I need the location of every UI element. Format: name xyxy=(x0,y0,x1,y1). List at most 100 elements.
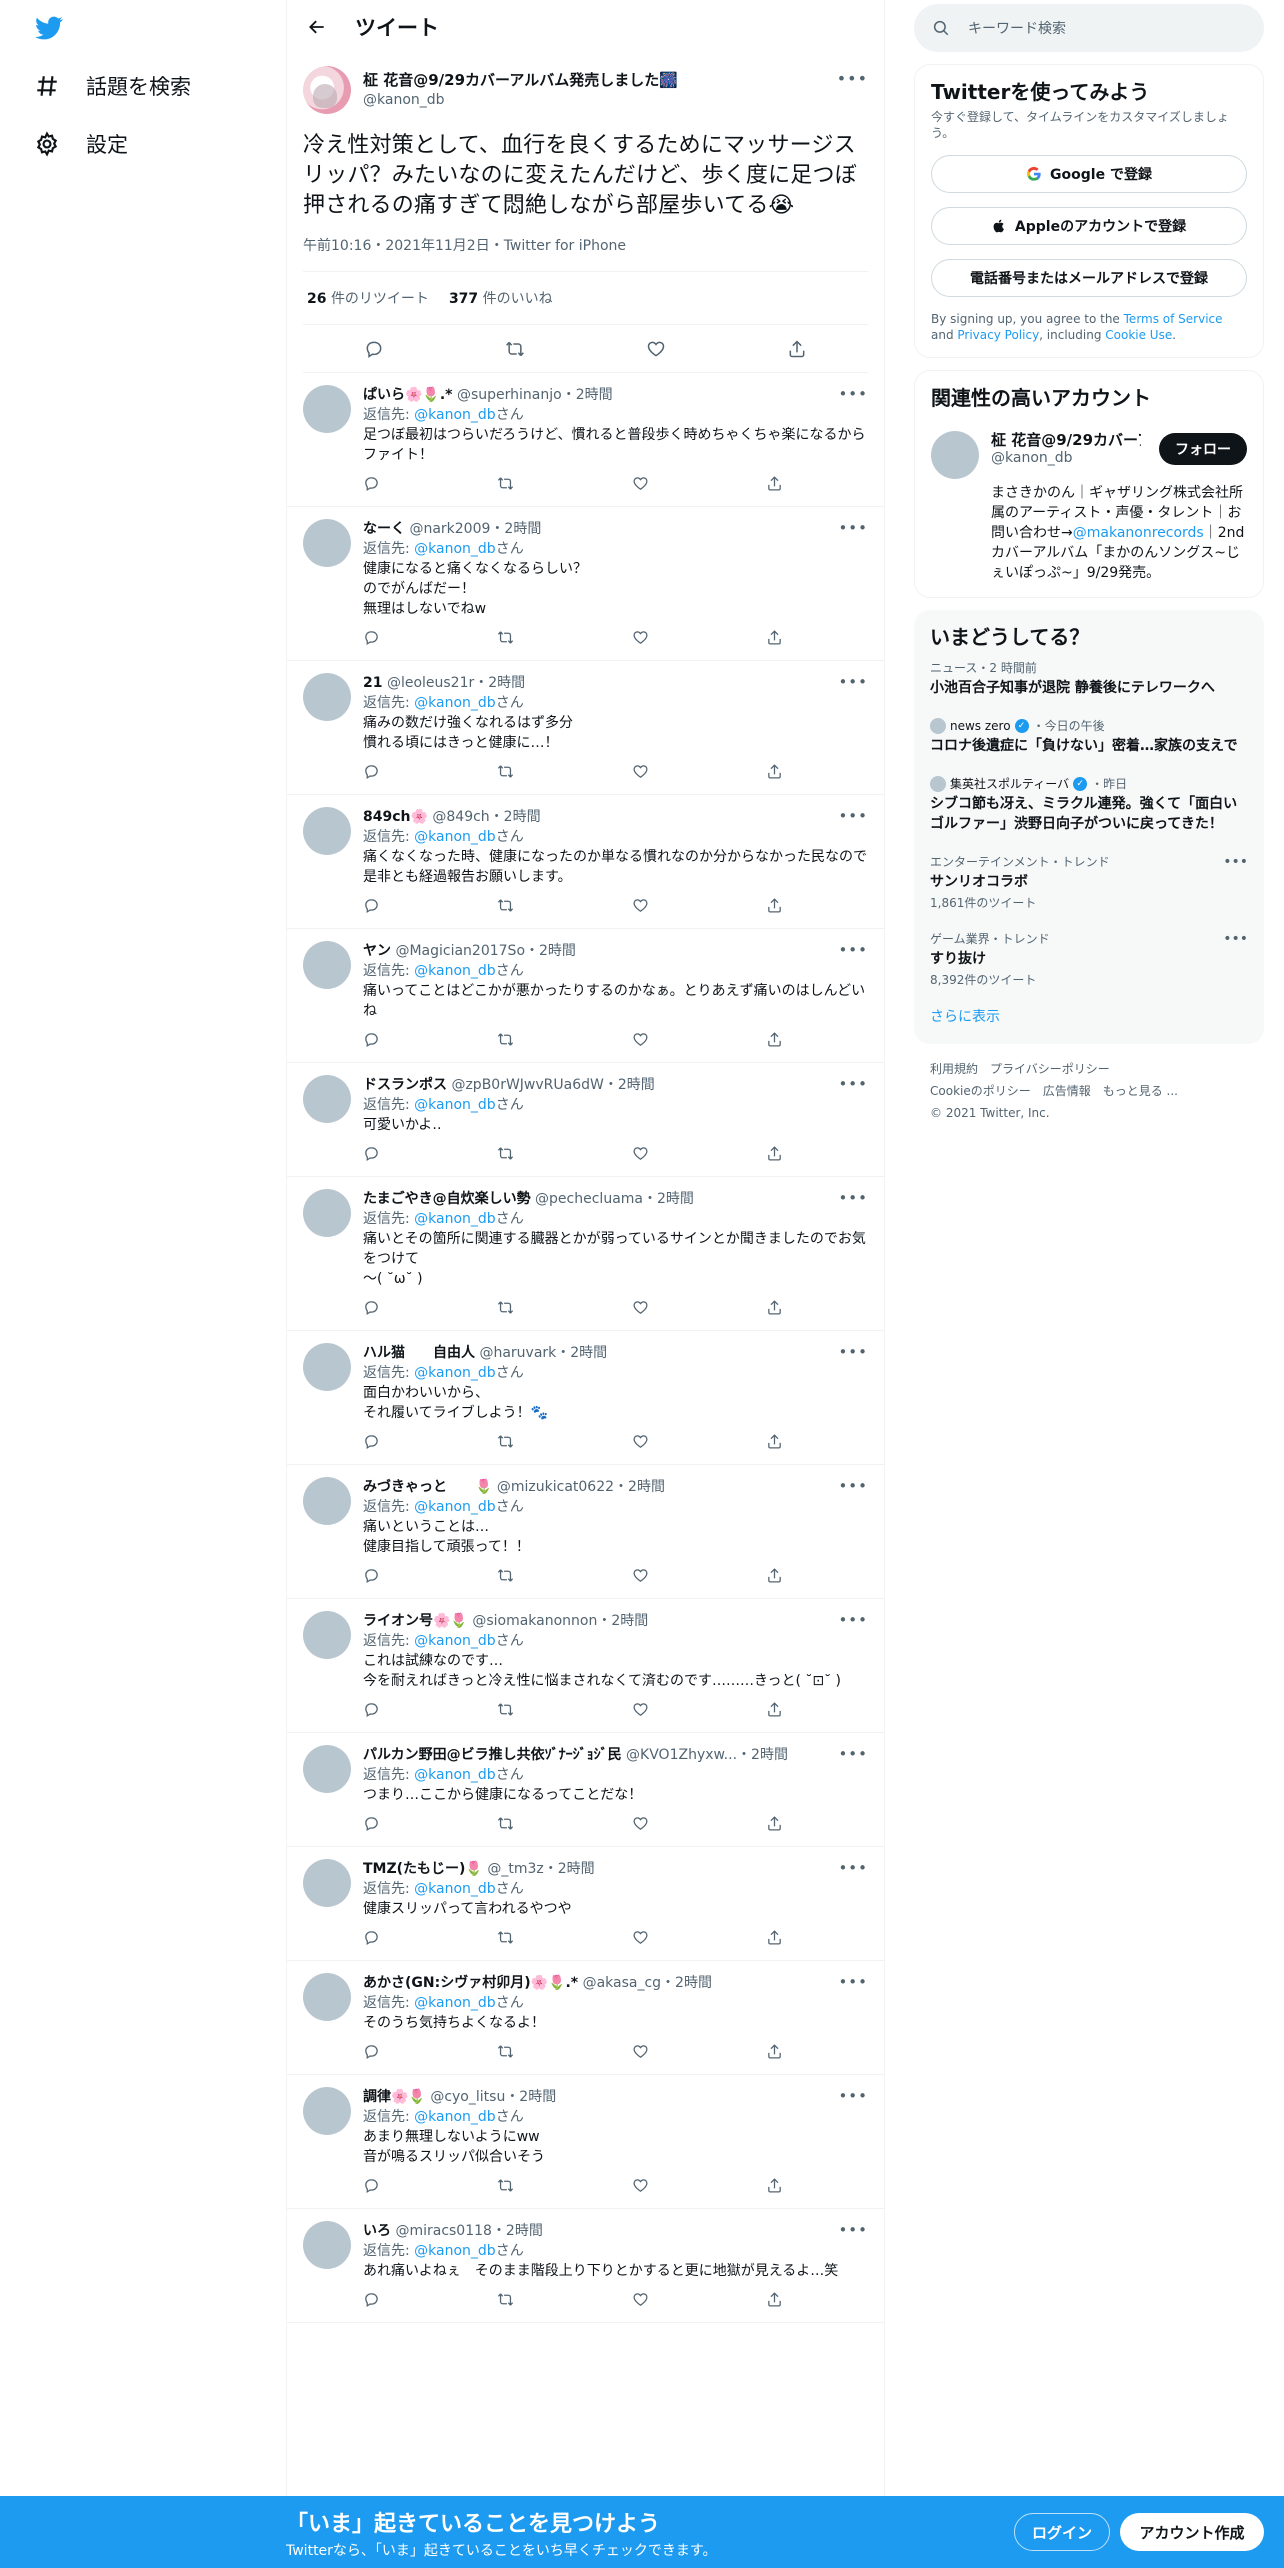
like-button[interactable] xyxy=(632,897,649,918)
more-options-icon[interactable]: ••• xyxy=(838,1745,868,1763)
reply-time[interactable]: ・2時間 xyxy=(525,943,576,959)
more-options-icon[interactable]: ••• xyxy=(838,1343,868,1361)
nav-explore[interactable]: 話題を検索 xyxy=(34,62,191,110)
like-button[interactable] xyxy=(632,2291,649,2312)
avatar[interactable] xyxy=(303,941,351,989)
share-button[interactable] xyxy=(766,1031,783,1052)
login-button[interactable]: ログイン xyxy=(1014,2513,1110,2551)
reply-button[interactable] xyxy=(363,1299,380,1320)
reply-to-link[interactable]: @kanon_db xyxy=(414,541,496,557)
share-button[interactable] xyxy=(766,2291,783,2312)
trend-item[interactable]: 集英社スポルティーバ ✓ ・昨日 シブコ節も冴え、ミラクル連発。強くて「面白いゴルファ… xyxy=(930,766,1248,844)
retweet-button[interactable] xyxy=(497,897,514,918)
reply-button[interactable] xyxy=(363,1433,380,1454)
terms-link[interactable]: Terms of Service xyxy=(1124,312,1223,326)
share-button[interactable] xyxy=(766,1929,783,1950)
reply-author-name[interactable]: 21 xyxy=(363,675,382,691)
reply-author-name[interactable]: ヤン xyxy=(363,943,391,959)
retweet-button[interactable] xyxy=(497,475,514,496)
share-button[interactable] xyxy=(766,2177,783,2198)
share-button[interactable] xyxy=(766,1567,783,1588)
reply-author-name[interactable]: ドスランポス xyxy=(363,1077,447,1093)
reply-author-name[interactable]: なーく xyxy=(363,521,405,537)
like-button[interactable] xyxy=(632,1929,649,1950)
avatar[interactable] xyxy=(303,2087,351,2135)
trend-item[interactable]: ゲーム業界・トレンド すり抜け 8,392件のツイート ••• xyxy=(930,921,1248,998)
retweet-count[interactable]: 26 件のリツイート xyxy=(307,288,429,308)
reply-tweet[interactable]: ••• 調律🌸🌷 @cyo_litsu・2時間 返信先: @kanon_dbさん あま… xyxy=(287,2075,884,2209)
reply-tweet[interactable]: ••• みづきゃっと 🌷 @mizukicat0622・2時間 返信先: @kano… xyxy=(287,1465,884,1599)
reply-author-handle[interactable]: @haruvark xyxy=(479,1345,556,1361)
retweet-button[interactable] xyxy=(497,1929,514,1950)
reply-author-name[interactable]: たまごやき@自炊楽しい勢 xyxy=(363,1191,531,1207)
reply-author-handle[interactable]: @akasa_cg xyxy=(583,1975,661,1991)
like-button[interactable] xyxy=(632,1145,649,1166)
reply-time[interactable]: ・2時間 xyxy=(544,1861,595,1877)
retweet-button[interactable] xyxy=(497,629,514,650)
retweet-button[interactable] xyxy=(497,763,514,784)
author-name[interactable]: 柾 花音@9/29カバーアルバム発売しました🎆 xyxy=(363,70,678,90)
more-options-icon[interactable]: ••• xyxy=(838,1477,868,1495)
like-button[interactable] xyxy=(644,337,668,361)
search-input[interactable]: キーワード検索 xyxy=(914,4,1264,52)
reply-author-name[interactable]: 調律🌸🌷 xyxy=(363,2089,426,2105)
nav-settings[interactable]: 設定 xyxy=(34,120,128,168)
retweet-button[interactable] xyxy=(497,1299,514,1320)
reply-tweet[interactable]: ••• ハル猫 自由人 @haruvark・2時間 返信先: @kanon_dbさん… xyxy=(287,1331,884,1465)
reply-author-handle[interactable]: @leoleus21r xyxy=(387,675,474,691)
more-options-icon[interactable]: ••• xyxy=(838,1075,868,1093)
reply-tweet[interactable]: ••• なーく @nark2009・2時間 返信先: @kanon_dbさん 健康にな… xyxy=(287,507,884,661)
related-account[interactable]: 柾 花音@9/29カバーアルバム発売しました @kanon_db フォロー xyxy=(931,429,1247,479)
reply-tweet[interactable]: ••• ぱいら🌸🌷.* @superhinanjo・2時間 返信先: @kanon_… xyxy=(287,373,884,507)
reply-to-link[interactable]: @kanon_db xyxy=(414,1365,496,1381)
show-more-link[interactable]: さらに表示 xyxy=(930,998,1248,1030)
reply-button[interactable] xyxy=(363,1815,380,1836)
reply-time[interactable]: ・2時間 xyxy=(556,1345,607,1361)
trend-item[interactable]: ニュース・2 時間前 小池百合子知事が退院 静養後にテレワークへ xyxy=(930,650,1248,708)
more-options-icon[interactable]: ••• xyxy=(837,69,868,88)
reply-button[interactable] xyxy=(363,2043,380,2064)
more-options-icon[interactable]: ••• xyxy=(838,385,868,403)
like-button[interactable] xyxy=(632,1031,649,1052)
avatar[interactable] xyxy=(303,1859,351,1907)
reply-to-link[interactable]: @kanon_db xyxy=(414,829,496,845)
like-button[interactable] xyxy=(632,2177,649,2198)
reply-author-handle[interactable]: @nark2009 xyxy=(409,521,490,537)
more-options-icon[interactable]: ••• xyxy=(838,519,868,537)
reply-time[interactable]: ・2時間 xyxy=(643,1191,694,1207)
share-button[interactable] xyxy=(766,629,783,650)
cookie-link[interactable]: Cookie Use xyxy=(1105,328,1172,342)
more-options-icon[interactable]: ••• xyxy=(838,2087,868,2105)
reply-author-name[interactable]: パルカン野田@ビラ推し共依ｿﾞﾅｰｼﾞｮｼﾞ民 xyxy=(363,1747,622,1763)
reply-button[interactable] xyxy=(363,475,380,496)
reply-to-link[interactable]: @kanon_db xyxy=(414,1995,496,2011)
more-options-icon[interactable]: ••• xyxy=(838,1859,868,1877)
reply-author-name[interactable]: あかさ(GN:シヴァ村卯月)🌸🌷.* xyxy=(363,1975,578,1991)
reply-author-handle[interactable]: @superhinanjo xyxy=(457,387,562,403)
reply-tweet[interactable]: ••• ドスランポス @zpB0rWJwvRUa6dW・2時間 返信先: @kano… xyxy=(287,1063,884,1177)
reply-time[interactable]: ・2時間 xyxy=(737,1747,788,1763)
reply-to-link[interactable]: @kanon_db xyxy=(414,1767,496,1783)
reply-to-link[interactable]: @kanon_db xyxy=(414,963,496,979)
like-button[interactable] xyxy=(632,1567,649,1588)
retweet-button[interactable] xyxy=(497,1145,514,1166)
reply-author-name[interactable]: ハル猫 自由人 xyxy=(363,1345,475,1361)
share-button[interactable] xyxy=(766,763,783,784)
reply-to-link[interactable]: @kanon_db xyxy=(414,407,496,423)
reply-tweet[interactable]: ••• ライオン号🌸🌷 @siomakanonnon・2時間 返信先: @kanon… xyxy=(287,1599,884,1733)
reply-to-link[interactable]: @kanon_db xyxy=(414,695,496,711)
avatar[interactable] xyxy=(303,673,351,721)
reply-to-link[interactable]: @kanon_db xyxy=(414,2243,496,2259)
reply-button[interactable] xyxy=(363,763,380,784)
bio-mention-link[interactable]: @makanonrecords xyxy=(1073,525,1204,541)
reply-button[interactable] xyxy=(363,1929,380,1950)
reply-button[interactable] xyxy=(363,1145,380,1166)
reply-author-name[interactable]: TMZ(たもじー)🌷 xyxy=(363,1861,483,1877)
share-button[interactable] xyxy=(766,2043,783,2064)
more-options-icon[interactable]: ••• xyxy=(838,1973,868,1991)
reply-tweet[interactable]: ••• ヤン @Magician2017So・2時間 返信先: @kanon_dbさ… xyxy=(287,929,884,1063)
related-account-name[interactable]: 柾 花音@9/29カバーアルバム発売しました xyxy=(991,429,1141,450)
share-button[interactable] xyxy=(766,1815,783,1836)
related-account-handle[interactable]: @kanon_db xyxy=(991,450,1141,466)
avatar[interactable] xyxy=(303,1745,351,1793)
